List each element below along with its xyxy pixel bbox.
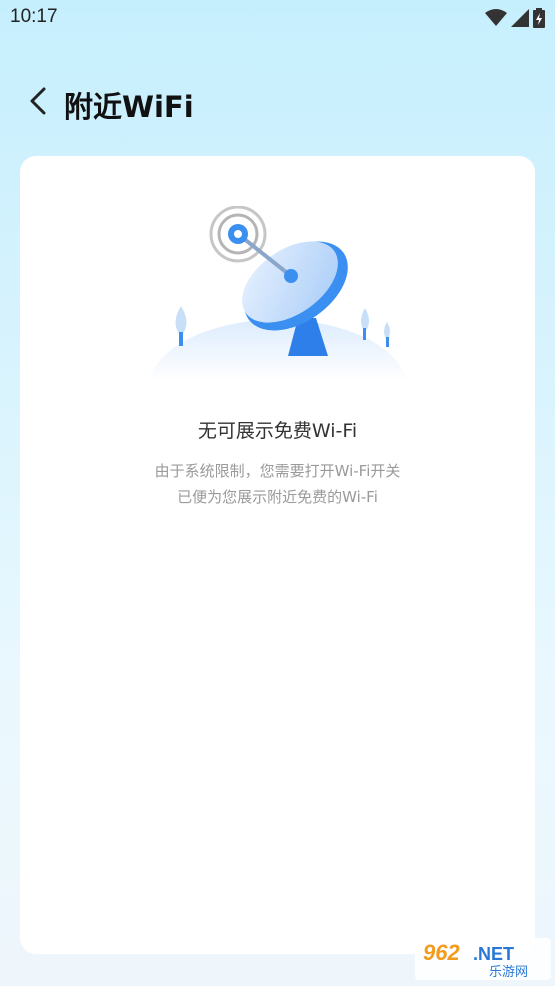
battery-icon [533,8,545,28]
svg-text:乐游网: 乐游网 [489,965,528,980]
watermark-logo: 962 .NET 乐游网 [415,938,551,980]
svg-text:.NET: .NET [473,944,514,964]
wifi-icon [485,9,507,26]
back-button[interactable] [22,84,56,118]
chevron-left-icon [30,87,46,115]
description-line-2: 已便为您展示附近免费的Wi-Fi [177,488,378,506]
tree-left [175,306,187,346]
status-icons [485,8,545,28]
status-time: 10:17 [10,6,58,27]
top-nav: 附近WiFi [0,74,555,130]
description-line-1: 由于系统限制，您需要打开Wi-Fi开关 [154,462,401,480]
satellite-dish-illustration [148,205,408,386]
svg-text:962: 962 [423,940,460,965]
page-title: 附近WiFi [64,90,194,124]
empty-state-title: 无可展示免费Wi-Fi [197,420,358,442]
empty-state-description: 由于系统限制，您需要打开Wi-Fi开关 已便为您展示附近免费的Wi-Fi [20,458,535,510]
signal-icon [511,9,529,27]
status-bar: 10:17 [0,0,555,38]
content-card: 无可展示免费Wi-Fi 由于系统限制，您需要打开Wi-Fi开关 已便为您展示附近… [20,156,535,954]
